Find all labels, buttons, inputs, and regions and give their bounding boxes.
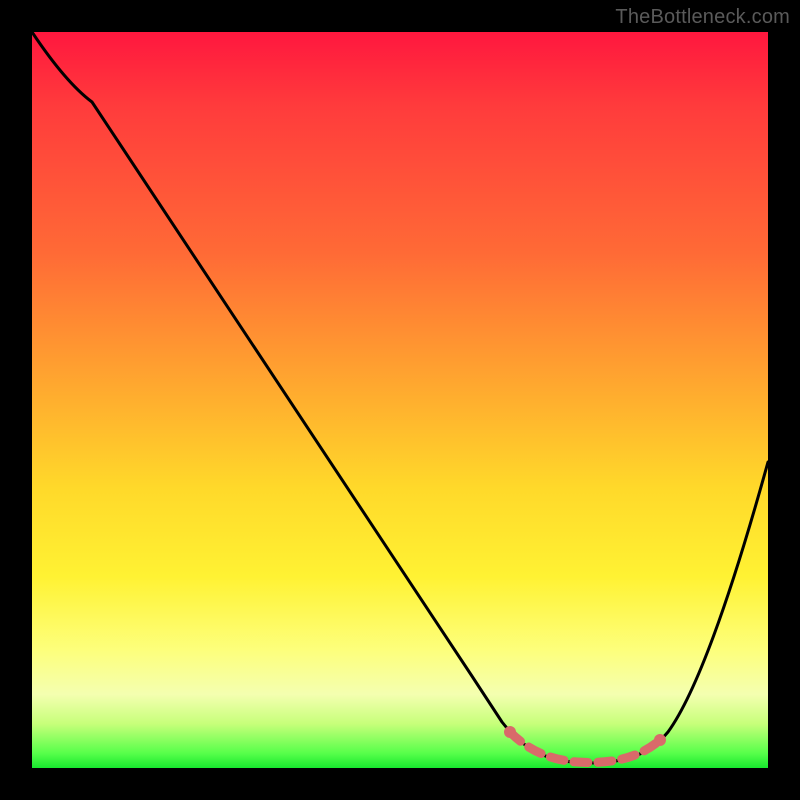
plot-area: [32, 32, 768, 768]
sweet-spot-path: [510, 732, 660, 762]
watermark-text: TheBottleneck.com: [615, 6, 790, 29]
chart-frame: TheBottleneck.com: [0, 0, 800, 800]
sweet-spot-end-dot: [654, 734, 666, 746]
bottleneck-curve-path: [32, 32, 768, 763]
bottleneck-curve-svg: [32, 32, 768, 768]
sweet-spot-start-dot: [504, 726, 516, 738]
